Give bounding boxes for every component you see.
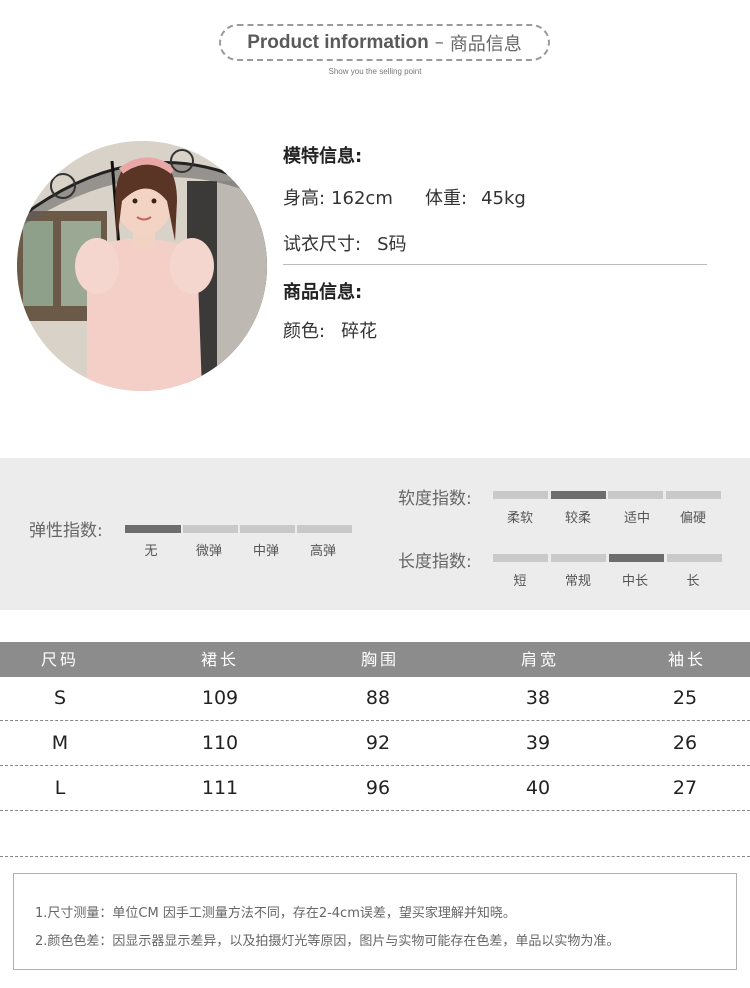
col-header-size: 尺码 (40, 650, 79, 669)
length-option-3: 中长 (621, 574, 648, 589)
color-value: 碎花 (341, 321, 378, 342)
notes-box: 1.尺寸测量：单位CM 因手工测量方法不同，存在2-4cm误差，望买家理解并知晓… (13, 873, 737, 970)
model-info-heading: 模特信息: (283, 146, 363, 167)
length-option-1: 短 (513, 574, 527, 589)
title-chinese: 商品信息 (449, 33, 522, 55)
cell-shoulder: 40 (525, 777, 551, 799)
cell-bust: 88 (365, 687, 391, 709)
fabric-index-band: 弹性指数: 无 微弹 中弹 高弹 软度指数: 柔软 较柔 适中 偏硬 长度指数:… (0, 458, 750, 610)
cell-size: S (53, 687, 67, 709)
length-bar-4 (667, 554, 722, 562)
section-title-pill: Product information – 商品信息 (219, 24, 550, 61)
elasticity-bar-3 (240, 525, 295, 533)
color-field: 颜色: 碎花 (283, 317, 377, 343)
height-field: 身高: 162cm (283, 184, 393, 210)
softness-bar-4 (666, 491, 721, 499)
softness-option-4: 偏硬 (679, 511, 706, 526)
elasticity-index-label: 弹性指数: (29, 521, 103, 541)
model-photo (17, 141, 267, 391)
cell-bust: 96 (365, 777, 391, 799)
elasticity-bar-2 (183, 525, 238, 533)
fitting-size-field: 试衣尺寸: S码 (283, 230, 407, 256)
cell-size: M (51, 732, 69, 754)
softness-index-label: 软度指数: (398, 489, 472, 509)
elasticity-option-2: 微弹 (195, 544, 222, 559)
cell-sleeve: 27 (672, 777, 698, 799)
cell-skirt-length: 110 (201, 732, 239, 754)
elasticity-option-4: 高弹 (309, 544, 336, 559)
note-measurement: 1.尺寸测量：单位CM 因手工测量方法不同，存在2-4cm误差，望买家理解并知晓… (35, 906, 516, 921)
elasticity-option-1: 无 (144, 544, 158, 559)
softness-option-1: 柔软 (506, 511, 533, 526)
cell-skirt-length: 109 (201, 687, 239, 709)
elasticity-bar-1 (125, 525, 181, 533)
length-bar-1 (493, 554, 548, 562)
fitting-size-label: 试衣尺寸: (283, 234, 362, 255)
height-value: 162cm (331, 188, 393, 209)
table-row: S 109 88 38 25 (0, 676, 750, 721)
length-option-2: 常规 (564, 574, 591, 589)
elasticity-bar-4 (297, 525, 352, 533)
height-label: 身高: (283, 188, 326, 209)
col-header-skirt-length: 裙长 (200, 650, 239, 669)
weight-field: 体重: 45kg (425, 184, 526, 210)
softness-bar-1 (493, 491, 548, 499)
length-index-label: 长度指数: (398, 552, 472, 572)
softness-option-2: 较柔 (564, 511, 591, 526)
product-info-heading: 商品信息: (283, 282, 363, 303)
length-option-4: 长 (686, 574, 700, 589)
title-english: Product information (247, 31, 429, 53)
cell-shoulder: 39 (525, 732, 551, 754)
table-row: M 110 92 39 26 (0, 721, 750, 766)
title-dash: – (434, 32, 444, 53)
cell-sleeve: 25 (672, 687, 698, 709)
table-row: L 111 96 40 27 (0, 766, 750, 811)
col-header-sleeve: 袖长 (667, 650, 706, 669)
cell-skirt-length: 111 (201, 777, 239, 799)
softness-bar-2 (551, 491, 606, 499)
cell-bust: 92 (365, 732, 391, 754)
length-bar-3 (609, 554, 664, 562)
elasticity-option-3: 中弹 (252, 544, 279, 559)
cell-sleeve: 26 (672, 732, 698, 754)
size-table-header: 尺码 裙长 胸围 肩宽 袖长 (0, 642, 750, 677)
subtitle: Show you the selling point (328, 67, 422, 76)
fitting-size-value: S码 (377, 234, 407, 255)
table-empty-row (0, 811, 750, 857)
length-bar-2 (551, 554, 606, 562)
softness-option-3: 适中 (623, 511, 650, 526)
col-header-bust: 胸围 (360, 650, 399, 669)
color-label: 颜色: (283, 321, 326, 342)
cell-shoulder: 38 (525, 687, 551, 709)
col-header-shoulder: 肩宽 (520, 650, 559, 669)
weight-label: 体重: (425, 188, 468, 209)
weight-value: 45kg (481, 188, 526, 209)
softness-bar-3 (608, 491, 663, 499)
cell-size: L (54, 777, 66, 799)
info-divider (283, 264, 707, 265)
note-color-difference: 2.颜色色差：因显示器显示差异，以及拍摄灯光等原因，图片与实物可能存在色差，单品… (35, 934, 620, 949)
